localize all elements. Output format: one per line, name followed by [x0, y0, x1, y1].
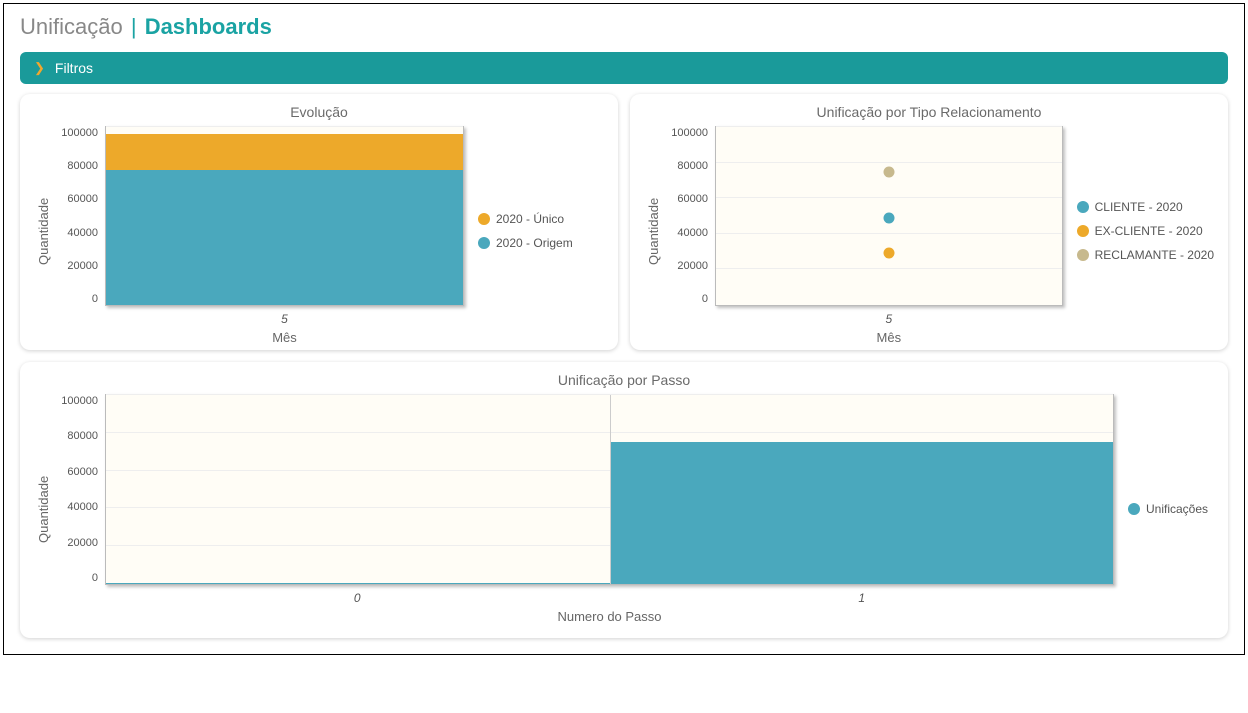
x-axis-label: Numero do Passo: [105, 609, 1114, 624]
filters-label: Filtros: [55, 60, 93, 76]
legend-label: CLIENTE - 2020: [1095, 200, 1183, 214]
legend-label: Unificações: [1146, 502, 1208, 516]
legend-label: 2020 - Origem: [496, 236, 573, 250]
x-tick: 5: [885, 312, 892, 326]
y-tick: 20000: [61, 537, 98, 549]
x-tick: 1: [858, 591, 865, 605]
y-tick: 0: [61, 293, 98, 305]
y-tick: 0: [61, 572, 98, 584]
legend-swatch-icon: [1077, 201, 1089, 213]
x-tick: 0: [354, 591, 361, 605]
page-title: Unificação | Dashboards: [20, 14, 1228, 40]
x-ticks: 01: [105, 591, 1114, 605]
legend-swatch-icon: [1128, 503, 1140, 515]
legend-item[interactable]: CLIENTE - 2020: [1077, 200, 1214, 214]
bar[interactable]: [610, 442, 1114, 584]
bar[interactable]: [106, 583, 610, 584]
y-tick: 60000: [61, 466, 98, 478]
filters-toggle[interactable]: ❯ Filtros: [20, 52, 1228, 84]
chart-card-evolucao: Evolução Quantidade 10000080000600004000…: [20, 94, 618, 350]
legend-swatch-icon: [478, 237, 490, 249]
legend-swatch-icon: [478, 213, 490, 225]
legend-item[interactable]: 2020 - Único: [478, 212, 604, 226]
title-page: Dashboards: [145, 14, 272, 39]
legend-label: EX-CLIENTE - 2020: [1095, 224, 1203, 238]
x-ticks: 5: [105, 312, 464, 326]
title-separator: |: [131, 14, 137, 39]
chart-card-tipo: Unificação por Tipo Relacionamento Quant…: [630, 94, 1228, 350]
y-tick: 40000: [61, 227, 98, 239]
data-point[interactable]: [883, 248, 894, 259]
y-tick: 20000: [671, 260, 708, 272]
y-tick: 80000: [61, 430, 98, 442]
legend-swatch-icon: [1077, 249, 1089, 261]
data-point[interactable]: [883, 212, 894, 223]
plot-area[interactable]: 100000800006000040000200000: [715, 126, 1063, 306]
legend: 2020 - Único 2020 - Origem: [464, 126, 604, 336]
y-tick: 60000: [61, 193, 98, 205]
plot-area[interactable]: 100000800006000040000200000: [105, 394, 1114, 585]
chart-title: Evolução: [34, 104, 604, 120]
x-tick: 5: [281, 312, 288, 326]
y-tick: 100000: [671, 127, 708, 139]
legend: Unificações: [1114, 394, 1214, 624]
chart-card-passo: Unificação por Passo Quantidade 10000080…: [20, 362, 1228, 638]
y-tick: 80000: [61, 160, 98, 172]
legend-label: RECLAMANTE - 2020: [1095, 248, 1214, 262]
legend-item[interactable]: RECLAMANTE - 2020: [1077, 248, 1214, 262]
y-tick: 80000: [671, 160, 708, 172]
legend-item[interactable]: Unificações: [1128, 502, 1214, 516]
x-axis-label: Mês: [715, 330, 1063, 345]
y-tick: 100000: [61, 395, 98, 407]
bar[interactable]: [106, 170, 463, 305]
x-axis-label: Mês: [105, 330, 464, 345]
legend: CLIENTE - 2020 EX-CLIENTE - 2020 RECLAMANT…: [1063, 126, 1214, 336]
title-prefix: Unificação: [20, 14, 123, 39]
chart-title: Unificação por Passo: [34, 372, 1214, 388]
y-axis-label: Quantidade: [644, 126, 663, 336]
x-ticks: 5: [715, 312, 1063, 326]
y-axis-label: Quantidade: [34, 394, 53, 624]
chevron-right-icon: ❯: [34, 60, 45, 76]
legend-label: 2020 - Único: [496, 212, 564, 226]
y-tick: 40000: [671, 227, 708, 239]
y-tick: 0: [671, 293, 708, 305]
legend-item[interactable]: 2020 - Origem: [478, 236, 604, 250]
data-point[interactable]: [883, 166, 894, 177]
chart-title: Unificação por Tipo Relacionamento: [644, 104, 1214, 120]
plot-area[interactable]: 100000800006000040000200000: [105, 126, 464, 306]
y-tick: 40000: [61, 501, 98, 513]
legend-item[interactable]: EX-CLIENTE - 2020: [1077, 224, 1214, 238]
y-axis-label: Quantidade: [34, 126, 53, 336]
y-tick: 20000: [61, 260, 98, 272]
y-tick: 100000: [61, 127, 98, 139]
legend-swatch-icon: [1077, 225, 1089, 237]
y-tick: 60000: [671, 193, 708, 205]
